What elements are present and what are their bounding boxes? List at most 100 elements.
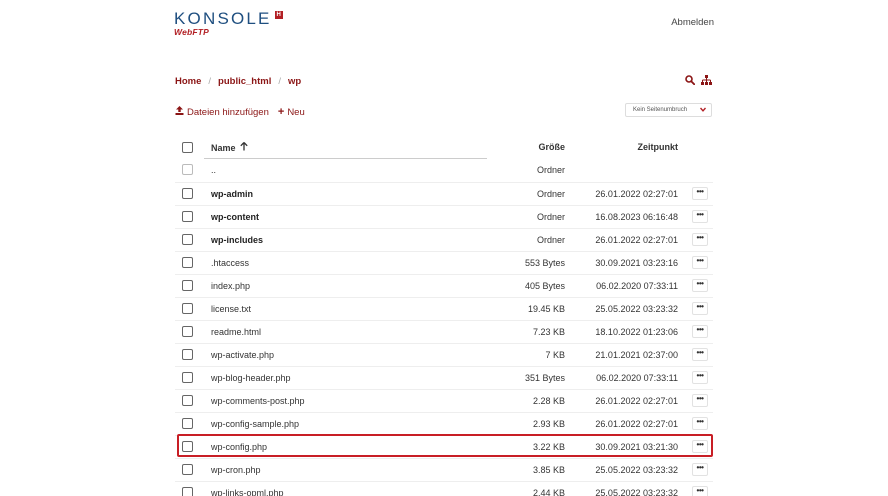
chevron-down-icon (699, 107, 707, 114)
sitemap-icon[interactable] (701, 75, 712, 85)
ellipsis-icon[interactable]: ••• (692, 371, 708, 384)
logout-link[interactable]: Abmelden (671, 17, 714, 28)
table-row[interactable]: wp-content Ordner 16.08.2023 06:16:48 ••• (175, 205, 713, 228)
file-name[interactable]: readme.html (211, 327, 261, 337)
ellipsis-icon[interactable]: ••• (692, 486, 708, 496)
ellipsis-icon[interactable]: ••• (692, 302, 708, 315)
file-timestamp: 30.09.2021 03:21:30 (595, 442, 678, 452)
file-size: 553 Bytes (524, 258, 565, 268)
row-checkbox[interactable] (182, 211, 193, 222)
file-actions: Dateien hinzufügen + Neu (175, 106, 305, 118)
table-row[interactable]: wp-comments-post.php 2.28 KB 26.01.2022 02… (175, 389, 713, 412)
name-column-header[interactable]: Name (211, 142, 248, 153)
ellipsis-icon[interactable]: ••• (692, 463, 708, 476)
table-row[interactable]: wp-includes Ordner 26.01.2022 02:27:01 ••• (175, 228, 713, 251)
row-checkbox[interactable] (182, 326, 193, 337)
file-size: Ordner (536, 235, 565, 245)
row-checkbox[interactable] (182, 418, 193, 429)
row-checkbox[interactable] (182, 395, 193, 406)
top-icons (685, 75, 712, 85)
size-column-header[interactable]: Größe (538, 142, 565, 152)
file-timestamp: 25.05.2022 03:23:32 (595, 465, 678, 475)
file-name[interactable]: wp-config.php (211, 442, 267, 452)
new-label: Neu (287, 106, 305, 118)
file-name[interactable]: wp-content (211, 212, 259, 222)
logo-text: KONSOLE (174, 9, 272, 28)
ellipsis-icon[interactable]: ••• (692, 348, 708, 361)
row-checkbox[interactable] (182, 372, 193, 383)
table-row[interactable]: wp-admin Ordner 26.01.2022 02:27:01 ••• (175, 182, 713, 205)
file-name[interactable]: wp-config-sample.php (211, 419, 299, 429)
file-name[interactable]: wp-includes (211, 235, 263, 245)
file-name[interactable]: wp-blog-header.php (211, 373, 291, 383)
row-checkbox[interactable] (182, 487, 193, 496)
table-row[interactable]: wp-blog-header.php 351 Bytes 06.02.2020 07… (175, 366, 713, 389)
row-checkbox[interactable] (182, 441, 193, 452)
breadcrumb-public-html[interactable]: public_html (218, 76, 271, 87)
file-timestamp: 18.10.2022 01:23:06 (595, 327, 678, 337)
table-header: Name Größe Zeitpunkt (175, 137, 713, 159)
row-checkbox[interactable] (182, 234, 193, 245)
file-name[interactable]: index.php (211, 281, 250, 291)
table-row[interactable]: wp-cron.php 3.85 KB 25.05.2022 03:23:32 ••• (175, 458, 713, 481)
row-checkbox[interactable] (182, 280, 193, 291)
row-checkbox[interactable] (182, 257, 193, 268)
file-name[interactable]: wp-links-opml.php (211, 488, 284, 496)
file-size: 7.23 KB (532, 327, 565, 337)
file-size: 2.44 KB (532, 488, 565, 496)
search-icon[interactable] (685, 75, 695, 85)
ellipsis-icon[interactable]: ••• (692, 256, 708, 269)
ellipsis-icon[interactable]: ••• (692, 210, 708, 223)
page-break-select[interactable]: Kein Seitenumbruch (625, 103, 712, 117)
ellipsis-icon[interactable]: ••• (692, 440, 708, 453)
file-name[interactable]: wp-admin (211, 189, 253, 199)
table-row[interactable]: index.php 405 Bytes 06.02.2020 07:33:11 ••• (175, 274, 713, 297)
row-checkbox[interactable] (182, 349, 193, 360)
new-button[interactable]: + Neu (278, 106, 305, 118)
table-row[interactable]: .htaccess 553 Bytes 30.09.2021 03:23:16 ••• (175, 251, 713, 274)
table-row[interactable]: wp-activate.php 7 KB 21.01.2021 02:37:00 ••… (175, 343, 713, 366)
time-column-header[interactable]: Zeitpunkt (638, 142, 679, 152)
file-name[interactable]: wp-cron.php (211, 465, 261, 475)
file-name[interactable]: wp-activate.php (211, 350, 274, 360)
table-row[interactable]: readme.html 7.23 KB 18.10.2022 01:23:06 ••• (175, 320, 713, 343)
file-name[interactable]: .. (211, 165, 216, 175)
table-row[interactable]: wp-links-opml.php 2.44 KB 25.05.2022 03:23… (175, 481, 713, 496)
table-body: .. Ordner wp-admin Ordner 26.01.2022 02:27:0… (175, 159, 713, 496)
file-timestamp: 25.05.2022 03:23:32 (595, 488, 678, 496)
file-size: 3.22 KB (532, 442, 565, 452)
file-size: 2.28 KB (532, 396, 565, 406)
file-timestamp: 30.09.2021 03:23:16 (595, 258, 678, 268)
ellipsis-icon[interactable]: ••• (692, 394, 708, 407)
table-row[interactable]: wp-config-sample.php 2.93 KB 26.01.2022 02… (175, 412, 713, 435)
table-row[interactable]: .. Ordner (175, 159, 713, 182)
logo-badge: H (274, 11, 283, 19)
file-name[interactable]: wp-comments-post.php (211, 396, 305, 406)
ellipsis-icon[interactable]: ••• (692, 325, 708, 338)
table-row[interactable]: license.txt 19.45 KB 25.05.2022 03:23:32 ••… (175, 297, 713, 320)
row-checkbox[interactable] (182, 464, 193, 475)
page-break-select-value: Kein Seitenumbruch (633, 107, 688, 113)
file-size: 2.93 KB (532, 419, 565, 429)
file-timestamp: 06.02.2020 07:33:11 (596, 281, 678, 291)
table-row[interactable]: wp-config.php 3.22 KB 30.09.2021 03:21:30 •… (175, 435, 713, 458)
add-files-button[interactable]: Dateien hinzufügen (175, 106, 269, 118)
row-checkbox[interactable] (182, 164, 193, 175)
ellipsis-icon[interactable]: ••• (692, 187, 708, 200)
file-timestamp: 16.08.2023 06:16:48 (595, 212, 678, 222)
ellipsis-icon[interactable]: ••• (692, 417, 708, 430)
file-name[interactable]: .htaccess (211, 258, 249, 268)
upload-icon (175, 106, 184, 118)
file-timestamp: 26.01.2022 02:27:01 (595, 419, 678, 429)
logo: KONSOLE H WebFTP (174, 9, 283, 37)
breadcrumb-wp[interactable]: wp (288, 76, 301, 87)
ellipsis-icon[interactable]: ••• (692, 279, 708, 292)
ellipsis-icon[interactable]: ••• (692, 233, 708, 246)
breadcrumb-home[interactable]: Home (175, 76, 201, 87)
file-size: 19.45 KB (527, 304, 565, 314)
select-all-checkbox[interactable] (182, 142, 193, 153)
row-checkbox[interactable] (182, 303, 193, 314)
file-name[interactable]: license.txt (211, 304, 251, 314)
file-table: Name Größe Zeitpunkt .. Ordner wp-admin Ord… (175, 137, 713, 496)
row-checkbox[interactable] (182, 188, 193, 199)
